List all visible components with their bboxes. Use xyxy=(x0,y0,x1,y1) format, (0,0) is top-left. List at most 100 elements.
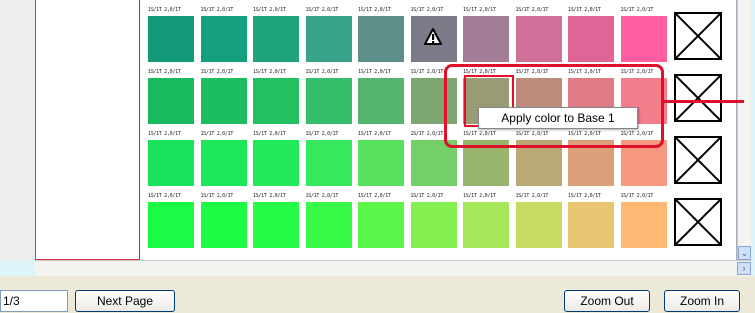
swatch-code-label: 1S/1T 2,0/1T xyxy=(620,7,654,13)
color-swatch-cell[interactable]: 1S/1T 2,0/1T xyxy=(305,6,352,62)
color-swatch[interactable] xyxy=(148,202,194,248)
color-swatch-cell[interactable]: 1S/1T 2,0/1T xyxy=(358,68,404,124)
color-swatch[interactable] xyxy=(568,202,614,248)
color-swatch[interactable] xyxy=(200,16,247,62)
swatch-code-label: 1S/1T 2,0/1T xyxy=(463,7,496,13)
warning-triangle-icon xyxy=(424,28,442,45)
scroll-right-icon[interactable]: › xyxy=(737,262,751,275)
vertical-scrollbar[interactable]: ⌄ xyxy=(737,0,751,260)
swatch-code-label: 1S/1T 2,0/1T xyxy=(148,193,181,199)
next-page-button[interactable]: Next Page xyxy=(75,290,175,312)
swatch-code-label: 1S/1T 2,0/1T xyxy=(410,193,444,199)
color-swatch-cell[interactable]: 1S/1T 2,0/1T xyxy=(568,192,614,248)
color-swatch[interactable] xyxy=(463,16,509,62)
color-swatch[interactable] xyxy=(515,202,562,248)
swatch-code-label: 1S/1T 2,0/1T xyxy=(200,7,234,13)
swatch-code-label: 1S/1T 2,0/1T xyxy=(358,7,391,13)
color-swatch-cell[interactable]: 1S/1T 2,0/1T xyxy=(568,6,614,62)
swatch-code-label: 1S/1T 2,0/1T xyxy=(410,7,444,13)
color-swatch[interactable] xyxy=(148,78,194,124)
swatch-code-label: 1S/1T 2,0/1T xyxy=(358,193,391,199)
color-swatch-cell[interactable]: 1S/1T 2,0/1T xyxy=(148,130,194,186)
color-swatch-cell[interactable]: 1S/1T 2,0/1T xyxy=(358,192,404,248)
color-swatch[interactable] xyxy=(358,202,404,248)
color-swatch-cell[interactable]: 1S/1T 2,0/1T xyxy=(358,130,404,186)
swatch-code-label: 1S/1T 2,0/1T xyxy=(358,69,391,75)
empty-swatch-x-icon xyxy=(674,74,722,122)
swatch-code-label: 1S/1T 2,0/1T xyxy=(148,7,181,13)
color-swatch-cell[interactable]: 1S/1T 2,0/1T xyxy=(253,130,299,186)
color-swatch[interactable] xyxy=(305,16,352,62)
color-swatch[interactable] xyxy=(253,16,299,62)
swatch-code-label: 1S/1T 2,0/1T xyxy=(148,69,181,75)
color-swatch-cell[interactable]: 1S/1T 2,0/1T xyxy=(410,192,457,248)
color-swatch-cell[interactable]: 1S/1T 2,0/1T xyxy=(200,6,247,62)
color-swatch-cell[interactable]: 1S/1T 2,0/1T xyxy=(148,6,194,62)
swatch-code-label: 1S/1T 2,0/1T xyxy=(200,131,234,137)
color-swatch-cell[interactable]: 1S/1T 2,0/1T xyxy=(463,192,509,248)
swatch-code-label: 1S/1T 2,0/1T xyxy=(568,193,601,199)
color-swatch-cell[interactable]: 1S/1T 2,0/1T xyxy=(620,192,667,248)
color-swatch-cell[interactable]: 1S/1T 2,0/1T xyxy=(253,6,299,62)
swatch-code-label: 1S/1T 2,0/1T xyxy=(358,131,391,137)
color-swatch-cell[interactable]: 1S/1T 2,0/1T xyxy=(305,192,352,248)
color-swatch[interactable] xyxy=(305,78,352,124)
zoom-out-button[interactable]: Zoom Out xyxy=(564,290,650,312)
left-margin xyxy=(0,0,35,260)
scroll-down-icon[interactable]: ⌄ xyxy=(738,246,751,260)
swatch-code-label: 1S/1T 2,0/1T xyxy=(515,7,549,13)
swatch-code-label: 1S/1T 2,0/1T xyxy=(253,131,286,137)
color-swatch-cell[interactable]: 1S/1T 2,0/1T xyxy=(253,68,299,124)
color-swatch[interactable] xyxy=(200,202,247,248)
swatch-code-label: 1S/1T 2,0/1T xyxy=(620,193,654,199)
swatch-code-label: 1S/1T 2,0/1T xyxy=(515,193,549,199)
color-swatch[interactable] xyxy=(410,202,457,248)
horizontal-scrollbar[interactable]: › xyxy=(35,260,751,276)
color-swatch-cell[interactable]: 1S/1T 2,0/1T xyxy=(515,192,562,248)
color-swatch-cell[interactable]: 1S/1T 2,0/1T xyxy=(200,130,247,186)
color-swatch[interactable] xyxy=(305,140,352,186)
color-swatch-cell[interactable]: 1S/1T 2,0/1T xyxy=(463,6,509,62)
color-swatch[interactable] xyxy=(568,16,614,62)
swatch-code-label: 1S/1T 2,0/1T xyxy=(305,7,339,13)
empty-swatch-x-icon xyxy=(674,136,722,184)
swatch-code-label: 1S/1T 2,0/1T xyxy=(305,69,339,75)
swatch-code-label: 1S/1T 2,0/1T xyxy=(253,193,286,199)
swatch-code-label: 1S/1T 2,0/1T xyxy=(253,7,286,13)
color-swatch[interactable] xyxy=(620,16,667,62)
color-swatch-cell[interactable]: 1S/1T 2,0/1T xyxy=(253,192,299,248)
color-swatch[interactable] xyxy=(358,140,404,186)
color-swatch-cell[interactable]: 1S/1T 2,0/1T xyxy=(148,68,194,124)
color-swatch[interactable] xyxy=(200,140,247,186)
swatch-code-label: 1S/1T 2,0/1T xyxy=(148,131,181,137)
color-swatch[interactable] xyxy=(358,16,404,62)
color-swatch-cell[interactable]: 1S/1T 2,0/1T xyxy=(620,6,667,62)
color-swatch[interactable] xyxy=(463,202,509,248)
color-swatch-cell[interactable]: 1S/1T 2,0/1T xyxy=(305,68,352,124)
page-indicator: 1/3 xyxy=(0,290,68,312)
color-swatch-cell[interactable]: 1S/1T 2,0/1T xyxy=(148,192,194,248)
color-swatch[interactable] xyxy=(253,140,299,186)
color-swatch-cell[interactable]: 1S/1T 2,0/1T xyxy=(200,68,247,124)
color-swatch[interactable] xyxy=(148,16,194,62)
callout-leader-line xyxy=(664,100,744,103)
color-swatch[interactable] xyxy=(148,140,194,186)
color-swatch[interactable] xyxy=(200,78,247,124)
zoom-in-button[interactable]: Zoom In xyxy=(664,290,740,312)
color-swatch[interactable] xyxy=(305,202,352,248)
color-swatch-cell[interactable]: 1S/1T 2,0/1T xyxy=(200,192,247,248)
color-swatch-cell[interactable]: 1S/1T 2,0/1T xyxy=(515,6,562,62)
swatch-code-label: 1S/1T 2,0/1T xyxy=(568,7,601,13)
color-swatch[interactable] xyxy=(253,78,299,124)
swatch-code-label: 1S/1T 2,0/1T xyxy=(305,131,339,137)
color-swatch[interactable] xyxy=(620,202,667,248)
swatch-code-label: 1S/1T 2,0/1T xyxy=(200,69,234,75)
color-swatch[interactable] xyxy=(253,202,299,248)
swatch-code-label: 1S/1T 2,0/1T xyxy=(463,193,496,199)
color-swatch[interactable] xyxy=(358,78,404,124)
color-swatch-cell[interactable]: 1S/1T 2,0/1T xyxy=(358,6,404,62)
color-swatch-cell[interactable]: 1S/1T 2,0/1T xyxy=(305,130,352,186)
apply-color-tooltip[interactable]: Apply color to Base 1 xyxy=(478,107,638,129)
color-swatch[interactable] xyxy=(515,16,562,62)
swatch-code-label: 1S/1T 2,0/1T xyxy=(305,193,339,199)
